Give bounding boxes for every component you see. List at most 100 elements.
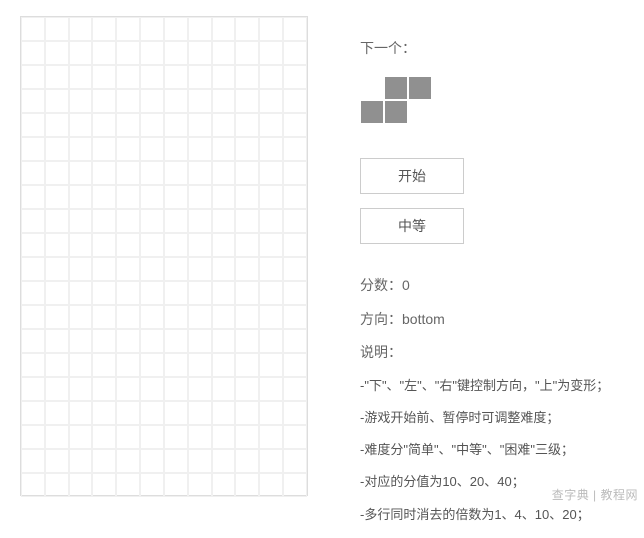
board-cell	[283, 233, 307, 257]
board-cell	[45, 137, 69, 161]
direction-value: bottom	[402, 311, 445, 327]
board-cell	[283, 257, 307, 281]
board-cell	[116, 425, 140, 449]
board-cell	[92, 161, 116, 185]
board-cell	[212, 161, 236, 185]
board-cell	[212, 329, 236, 353]
board-cell	[188, 449, 212, 473]
board-cell	[235, 41, 259, 65]
rule-line: -"下"、"左"、"右"键控制方向，"上"为变形；	[360, 377, 640, 395]
board-cell	[283, 65, 307, 89]
block-icon	[384, 100, 408, 124]
board-cell	[259, 65, 283, 89]
board-cell	[92, 65, 116, 89]
board-cell	[164, 209, 188, 233]
board-cell	[21, 185, 45, 209]
board-cell	[188, 65, 212, 89]
board-cell	[235, 233, 259, 257]
board-cell	[116, 401, 140, 425]
board-cell	[116, 161, 140, 185]
board-cell	[188, 17, 212, 41]
board-cell	[116, 65, 140, 89]
board-cell	[188, 185, 212, 209]
board-cell	[116, 449, 140, 473]
board-cell	[164, 305, 188, 329]
board-cell	[21, 257, 45, 281]
board-cell	[45, 65, 69, 89]
board-cell	[188, 377, 212, 401]
board-cell	[140, 161, 164, 185]
board-cell	[21, 41, 45, 65]
board-cell	[259, 17, 283, 41]
board-cell	[283, 137, 307, 161]
board-cell	[45, 233, 69, 257]
board-cell	[92, 425, 116, 449]
board-cell	[45, 257, 69, 281]
board-cell	[259, 425, 283, 449]
watermark-text: 查字典 | 教程网	[552, 486, 638, 503]
board-cell	[45, 113, 69, 137]
board-cell	[212, 209, 236, 233]
board-cell	[164, 233, 188, 257]
board-cell	[235, 353, 259, 377]
board-cell	[164, 473, 188, 497]
board-cell	[140, 17, 164, 41]
board-cell	[283, 185, 307, 209]
board-cell	[283, 113, 307, 137]
game-board[interactable]	[20, 16, 308, 496]
board-cell	[212, 233, 236, 257]
board-cell	[259, 137, 283, 161]
board-cell	[140, 209, 164, 233]
board-cell	[188, 161, 212, 185]
board-cell	[140, 377, 164, 401]
board-cell	[140, 257, 164, 281]
board-cell	[164, 449, 188, 473]
board-cell	[212, 473, 236, 497]
board-cell	[283, 473, 307, 497]
board-cell	[21, 401, 45, 425]
board-cell	[235, 89, 259, 113]
difficulty-button[interactable]: 中等	[360, 208, 464, 244]
block-icon	[384, 76, 408, 100]
board-cell	[45, 89, 69, 113]
score-label: 分数：	[360, 277, 402, 293]
board-cell	[164, 41, 188, 65]
board-cell	[212, 425, 236, 449]
board-cell	[69, 449, 93, 473]
board-cell	[259, 449, 283, 473]
rule-line: -难度分"简单"、"中等"、"困难"三级；	[360, 441, 640, 459]
board-cell	[116, 185, 140, 209]
board-cell	[69, 281, 93, 305]
board-cell	[140, 281, 164, 305]
board-cell	[212, 17, 236, 41]
board-cell	[283, 449, 307, 473]
board-cell	[45, 17, 69, 41]
board-cell	[235, 113, 259, 137]
board-cell	[188, 281, 212, 305]
board-cell	[235, 17, 259, 41]
board-cell	[283, 89, 307, 113]
board-cell	[283, 401, 307, 425]
board-cell	[140, 41, 164, 65]
board-cell	[45, 449, 69, 473]
start-button[interactable]: 开始	[360, 158, 464, 194]
board-cell	[116, 329, 140, 353]
board-cell	[116, 233, 140, 257]
board-cell	[259, 329, 283, 353]
board-cell	[140, 329, 164, 353]
board-cell	[21, 233, 45, 257]
board-cell	[140, 425, 164, 449]
board-cell	[116, 89, 140, 113]
board-cell	[212, 137, 236, 161]
board-cell	[235, 473, 259, 497]
board-cell	[69, 89, 93, 113]
board-cell	[92, 281, 116, 305]
board-cell	[164, 113, 188, 137]
board-cell	[116, 41, 140, 65]
board-cell	[92, 353, 116, 377]
board-cell	[21, 353, 45, 377]
board-cell	[212, 41, 236, 65]
board-cell	[92, 449, 116, 473]
board-cell	[140, 65, 164, 89]
board-cell	[69, 257, 93, 281]
